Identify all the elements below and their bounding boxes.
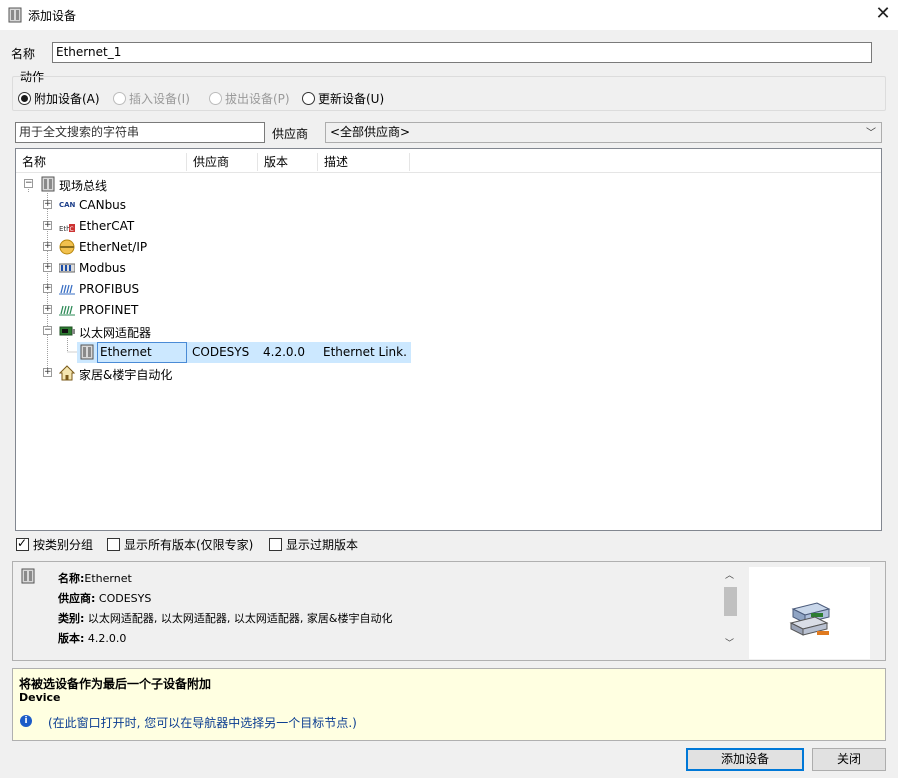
column-vendor[interactable]: 供应商 [187,153,258,171]
device-icon [21,568,35,584]
tree-node-profinet[interactable]: + PROFINET [16,300,881,321]
scroll-up-icon[interactable]: ︿ [725,568,734,581]
can-icon: CAN [59,201,76,209]
fulltext-search-input[interactable]: 用于全文搜索的字符串 [15,122,265,143]
info-message-panel: 将被选设备作为最后一个子设备附加 Device i (在此窗口打开时, 您可以在… [12,668,886,741]
tree-node-label: 以太网适配器 [79,326,152,340]
detail-name: 名称:Ethernet [58,572,132,585]
tree-node-label: EtherNet/IP [79,240,148,254]
tree-node-canbus[interactable]: + CAN CANbus [16,195,881,216]
modbus-icon [59,263,75,273]
checkbox-show-outdated-versions[interactable]: 显示过期版本 [269,536,358,552]
device-icon [41,176,55,192]
tree-node-description: Ethernet Link. [323,345,407,359]
tree-node-profibus[interactable]: + PROFIBUS [16,279,881,300]
expand-icon[interactable]: + [43,221,52,230]
ethernet-adapter-icon [59,326,75,336]
checkbox-show-all-versions[interactable]: 显示所有版本(仅限专家) [107,536,253,552]
scroll-down-icon[interactable]: ﹀ [725,636,734,649]
detail-category: 类别: 以太网适配器, 以太网适配器, 以太网适配器, 家居&楼宇自动化 [58,612,393,625]
checkbox-group-by-category[interactable]: 按类别分组 [16,536,93,552]
tree-node-label: Ethernet [100,345,152,359]
vendor-label: 供应商 [272,127,309,141]
vendor-select-value: <全部供应商> [330,125,411,139]
radio-indicator [209,91,222,105]
tree-node-label: CANbus [79,198,127,212]
profibus-icon [59,284,75,295]
radio-indicator [18,91,31,105]
tree-node-label: Modbus [79,261,126,275]
message-heading: 将被选设备作为最后一个子设备附加 [19,677,212,691]
close-button[interactable]: 关闭 [812,748,886,771]
radio-insert-device[interactable]: 插入设备(I) [113,90,190,106]
window-title: 添加设备 [28,9,77,23]
ethercat-icon: EtherC [59,224,75,233]
tree-node-modbus[interactable]: + Modbus [16,258,881,279]
radio-indicator [113,91,126,105]
message-hint: (在此窗口打开时, 您可以在导航器中选择另一个目标节点.) [48,716,357,730]
tree-node-vendor: CODESYS [192,345,250,359]
tree-node-label: PROFIBUS [79,282,140,296]
expand-icon[interactable]: + [43,368,52,377]
details-scrollbar[interactable]: ︿ ﹀ [722,566,738,656]
tree-node-label: PROFINET [79,303,139,317]
tree-node-home-building[interactable]: + 家居&楼宇自动化 [16,363,881,384]
expand-icon[interactable]: + [43,200,52,209]
tree-node-label: 家居&楼宇自动化 [79,368,173,382]
scrollbar-thumb[interactable] [724,587,737,616]
message-target: Device [19,691,61,704]
device-icon [8,7,22,23]
radio-indicator [302,91,315,105]
radio-update-device[interactable]: 更新设备(U) [302,90,384,106]
vendor-select[interactable]: <全部供应商> ﹀ [325,122,882,143]
collapse-icon[interactable]: − [43,326,52,335]
device-image [749,567,870,659]
device-details-panel: 名称:Ethernet 供应商: CODESYS 类别: 以太网适配器, 以太网… [12,561,886,661]
expand-icon[interactable]: + [43,284,52,293]
expand-icon[interactable]: + [43,263,52,272]
network-device-icon [789,602,831,636]
checkbox-indicator [269,537,282,551]
ethernetip-icon [59,239,75,255]
home-icon [59,365,75,381]
column-description[interactable]: 描述 [318,153,410,171]
chevron-down-icon: ﹀ [866,128,876,139]
expand-icon[interactable]: + [43,305,52,314]
checkbox-indicator [107,537,120,551]
device-tree[interactable]: 名称 供应商 版本 描述 − 现场总线 + CAN CANbus + Ether… [15,148,882,531]
tree-node-ethercat[interactable]: + EtherC EtherCAT [16,216,881,237]
add-device-button[interactable]: 添加设备 [686,748,804,771]
tree-node-label: EtherCAT [79,219,135,233]
info-icon: i [20,715,32,727]
column-version[interactable]: 版本 [258,153,318,171]
device-icon [80,344,94,360]
profinet-icon [59,305,75,316]
tree-node-fieldbus[interactable]: − 现场总线 [16,174,881,195]
title-bar: 添加设备 ✕ [0,0,898,30]
tree-column-header: 名称 供应商 版本 描述 [16,149,881,173]
tree-node-ethernetip[interactable]: + EtherNet/IP [16,237,881,258]
detail-vendor: 供应商: CODESYS [58,592,152,605]
close-icon[interactable]: ✕ [870,2,896,28]
name-label: 名称 [11,47,36,61]
checkbox-indicator [16,536,29,551]
radio-unplug-device[interactable]: 拔出设备(P) [209,90,290,106]
tree-node-ethernet[interactable]: Ethernet CODESYS 4.2.0.0 Ethernet Link. [77,342,411,363]
tree-node-label: 现场总线 [59,179,108,193]
radio-append-device[interactable]: 附加设备(A) [18,90,100,106]
expand-icon[interactable]: + [43,242,52,251]
tree-node-version: 4.2.0.0 [263,345,305,359]
svg-text:C: C [70,226,74,233]
name-input[interactable]: Ethernet_1 [52,42,872,63]
collapse-icon[interactable]: − [24,179,33,188]
tree-node-ethernet-adapter[interactable]: − 以太网适配器 [16,321,881,342]
detail-version: 版本: 4.2.0.0 [58,632,127,645]
